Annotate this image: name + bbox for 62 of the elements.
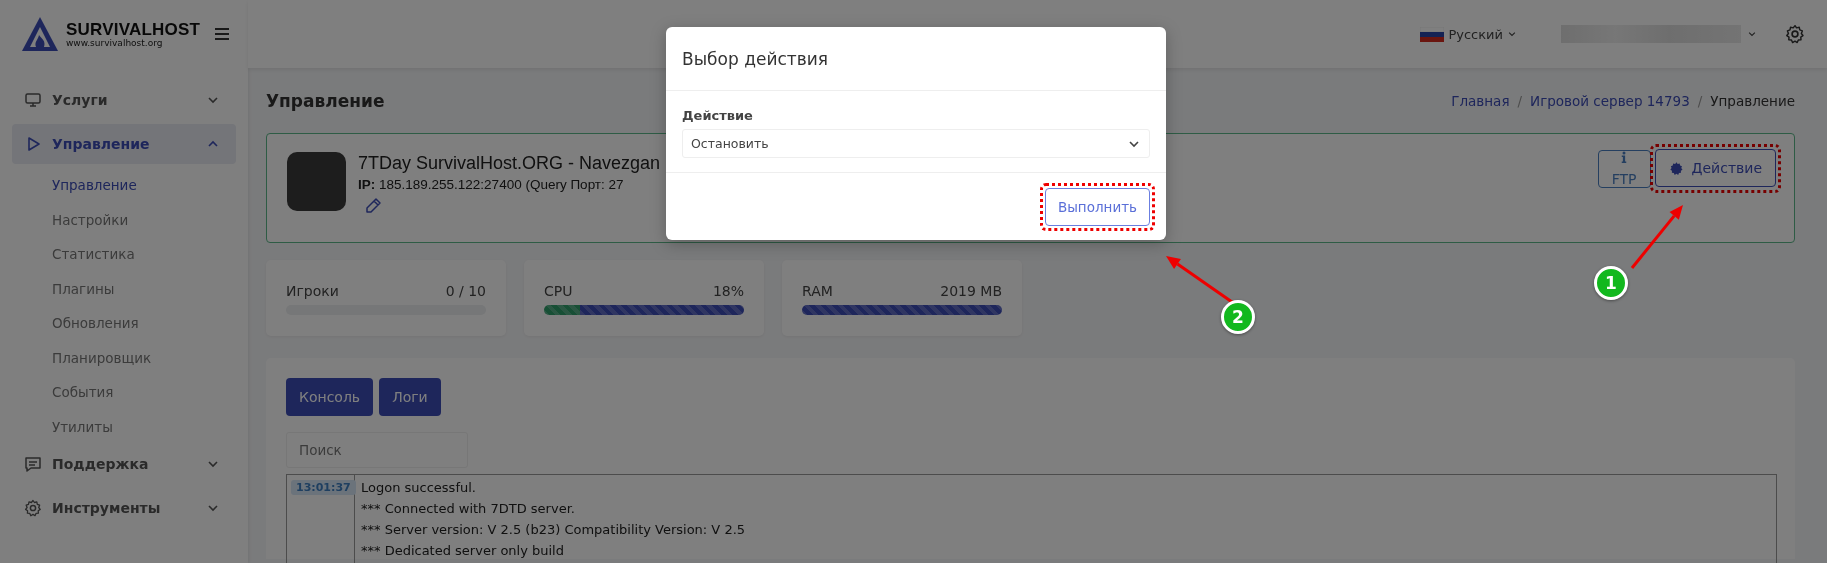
- chevron-icon: [1747, 29, 1757, 39]
- sidebar-subitem[interactable]: Утилиты: [12, 409, 236, 444]
- settings-button[interactable]: [1785, 24, 1805, 44]
- server-name: 7TDay SurvivalHost.ORG - Navezgan: [358, 153, 661, 174]
- annotation-arrow: [1166, 256, 1233, 304]
- console-tab-button[interactable]: Логи: [379, 378, 441, 416]
- action-button[interactable]: Действие: [1654, 149, 1776, 187]
- brand-name: SURVIVALHOST: [66, 20, 200, 38]
- settings-icon: [1785, 24, 1805, 44]
- breadcrumb-link[interactable]: Главная: [1451, 92, 1510, 109]
- sidebar-subitem[interactable]: Планировщик: [12, 340, 236, 375]
- edit-button[interactable]: [364, 197, 382, 215]
- sidebar-subitem[interactable]: Настройки: [12, 202, 236, 237]
- action-dropdown[interactable]: Остановить: [682, 129, 1150, 158]
- step-number-badge: 2: [1221, 300, 1255, 334]
- breadcrumb-separator: /: [1697, 92, 1703, 109]
- console-tab-button[interactable]: Консоль: [286, 378, 374, 416]
- brand-url: www.survivalhost.org: [66, 38, 164, 48]
- stat-reading: 0 / 10: [445, 283, 486, 299]
- pencil-icon: [364, 197, 382, 215]
- gear-icon: [1668, 160, 1684, 176]
- log-line: *** Server version: V 2.5 (b23) Compatibility Version: V 2.5: [361, 521, 747, 539]
- flag-icon: [1420, 26, 1445, 42]
- chat-icon: [24, 455, 42, 473]
- stat-reading: 18%: [712, 283, 744, 299]
- field-label: Действие: [682, 108, 754, 123]
- ftp-button[interactable]: FTP: [1597, 150, 1651, 188]
- sidebar-subitem[interactable]: Обновления: [12, 306, 236, 341]
- timestamp: 13:01:37: [291, 480, 356, 495]
- game-cover-placeholder: [287, 152, 346, 211]
- sidebar-item[interactable]: Услуги: [12, 80, 236, 120]
- sidebar-subitem[interactable]: Статистика: [12, 237, 236, 272]
- breadcrumb-link[interactable]: Игровой сервер 14793: [1530, 92, 1690, 109]
- stat-label: Игроки: [286, 283, 339, 299]
- log-line: *** Connected with 7DTD server.: [361, 500, 576, 518]
- sidebar-subitem[interactable]: События: [12, 375, 236, 410]
- search-field[interactable]: Поиск: [286, 432, 468, 468]
- stat-reading: 2019 MB: [940, 283, 1002, 299]
- sidebar-item[interactable]: Управление: [12, 124, 236, 164]
- server-ip: IP: 185.189.255.122:27400 (Query Порт: 27: [358, 177, 625, 192]
- sidebar-subitem[interactable]: Управление: [12, 168, 236, 203]
- gear-icon: [24, 499, 42, 517]
- sidebar-subitem[interactable]: Плагины: [12, 271, 236, 306]
- execute-button[interactable]: Выполнить: [1044, 188, 1150, 226]
- log-line: *** Dedicated server only build: [361, 542, 565, 560]
- menu-button[interactable]: [214, 26, 230, 42]
- breadcrumb-current: Управление: [1710, 92, 1795, 109]
- step-number-badge: 1: [1594, 266, 1628, 300]
- chevron-icon: [1507, 29, 1517, 39]
- monitor-icon: [24, 91, 42, 109]
- stat-label: CPU: [544, 283, 573, 299]
- sidebar-item[interactable]: Инструменты: [12, 488, 236, 528]
- modal-title: Выбор действия: [682, 48, 828, 69]
- annotation-arrow: [1630, 205, 1683, 269]
- breadcrumb-separator: /: [1517, 92, 1523, 109]
- log-line: Logon successful.: [361, 479, 477, 497]
- page-title: Управление: [266, 90, 385, 111]
- language-selector[interactable]: Русский: [1414, 25, 1523, 43]
- sidebar-item[interactable]: Поддержка: [12, 444, 236, 484]
- logo-icon: [20, 15, 60, 53]
- menu-icon: [214, 26, 230, 42]
- stat-label: RAM: [802, 283, 833, 299]
